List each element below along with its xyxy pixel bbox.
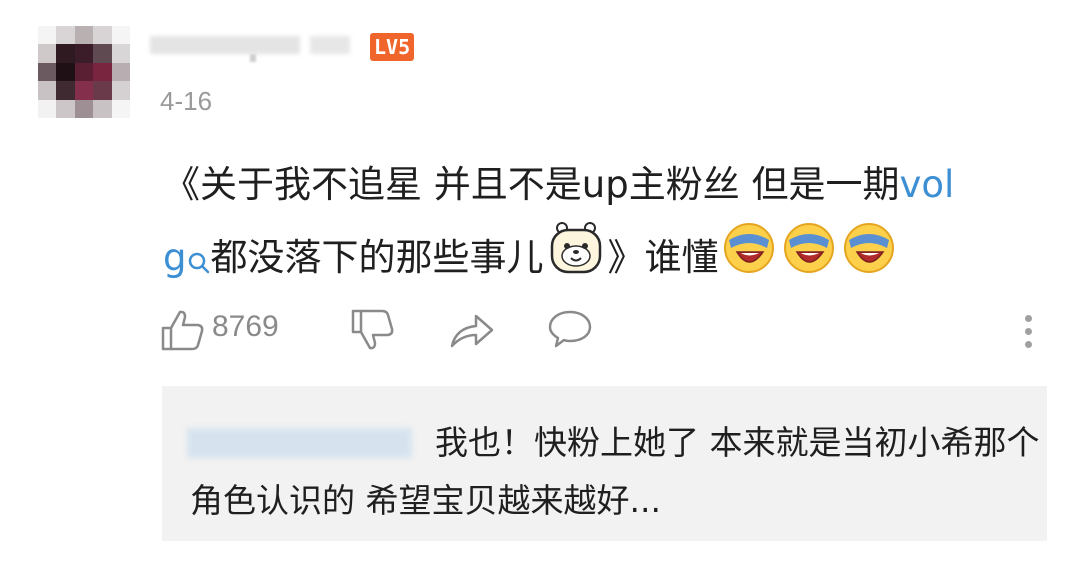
bear-emoji-icon [548,220,604,299]
laugh-cry-emoji-icon [723,222,775,297]
search-icon[interactable] [187,230,211,300]
search-link[interactable]: vol [899,163,954,206]
avatar[interactable] [38,26,130,118]
dislike-button[interactable] [350,308,396,352]
comment-text-part3: 》谁懂 [607,236,719,279]
level-badge: LV5 [370,33,415,61]
share-icon [450,314,494,348]
reply-text: 我也！快粉上她了 本来就是当初小希那个角色认识的 希望宝贝越来越好... [190,423,1040,520]
username-blur-tail [310,36,350,54]
reply-icon [548,310,592,348]
reply-button[interactable] [546,308,594,352]
username-blur-dot [250,54,256,62]
dislike-icon [351,309,394,350]
username-blur [150,36,300,54]
comment-text-part2: 都没落下的那些事儿 [210,236,544,279]
reply-preview[interactable]: 我也！快粉上她了 本来就是当初小希那个角色认识的 希望宝贝越来越好... [162,386,1047,541]
share-button[interactable] [448,308,496,352]
laugh-cry-emoji-icon [783,222,835,297]
laugh-cry-emoji-icon [843,222,895,297]
comment-date: 4-16 [160,86,213,116]
like-icon [161,310,204,351]
like-button[interactable] [160,308,206,352]
more-vertical-icon[interactable] [1016,312,1040,352]
like-count: 8769 [212,310,279,343]
comment-text: 《关于我不追星 并且不是up主粉丝 但是一期vol g 都没落下的那些事儿 》谁懂 [163,150,1043,300]
avatar-mosaic [38,26,130,118]
comment-text-part1: 《关于我不追星 并且不是up主粉丝 但是一期 [163,163,900,206]
username[interactable] [150,32,355,62]
search-link-continued[interactable]: g [163,236,187,279]
